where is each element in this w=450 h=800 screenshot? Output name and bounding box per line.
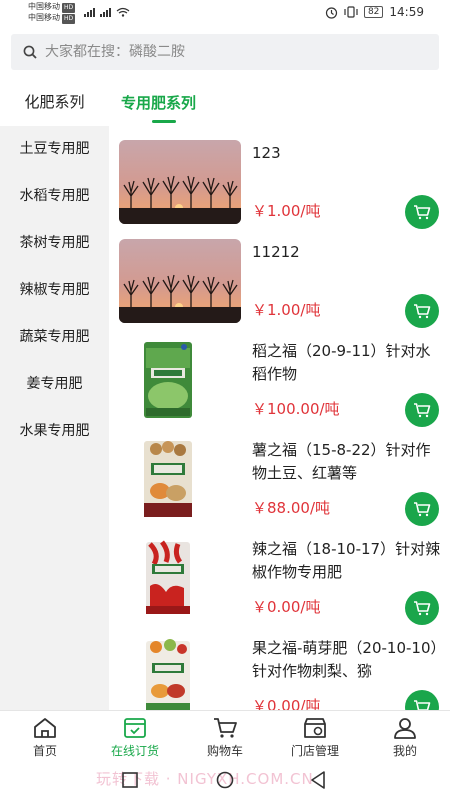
tab-online-order-label: 在线订货 bbox=[110, 744, 159, 758]
product-image-fertilizer-bag-green[interactable] bbox=[140, 338, 196, 422]
status-right: 82 14:59 bbox=[325, 5, 424, 19]
product-price: ￥0.00/吨 bbox=[252, 697, 321, 710]
product-item[interactable]: 果之福-萌芽肥（20-10-10）针对作物刺梨、猕 ￥0.00/吨 bbox=[109, 635, 450, 710]
category-sidebar: 化肥系列 土豆专用肥 水稻专用肥 茶树专用肥 辣椒专用肥 蔬菜专用肥 姜专用肥 … bbox=[0, 78, 109, 710]
tab-home[interactable]: 首页 bbox=[0, 711, 90, 760]
sidebar-item-rice[interactable]: 水稻专用肥 bbox=[0, 173, 109, 220]
cart-icon bbox=[414, 601, 431, 616]
sidebar-item-fruit[interactable]: 水果专用肥 bbox=[0, 408, 109, 455]
cart-icon bbox=[414, 700, 431, 710]
product-price: ￥100.00/吨 bbox=[252, 400, 340, 418]
product-name: 果之福-萌芽肥（20-10-10）针对作物刺梨、猕 bbox=[252, 639, 438, 680]
cart-icon bbox=[414, 403, 431, 418]
search-bar[interactable] bbox=[11, 34, 439, 70]
tab-home-label: 首页 bbox=[32, 744, 57, 758]
product-item[interactable]: 辣之福（18-10-17）针对辣椒作物专用肥 ￥0.00/吨 bbox=[109, 536, 450, 635]
signal-icon bbox=[84, 6, 130, 21]
sidebar-item-vegetable[interactable]: 蔬菜专用肥 bbox=[0, 314, 109, 361]
product-item[interactable]: 11212 ￥1.00/吨 bbox=[109, 239, 450, 338]
user-icon bbox=[394, 718, 416, 739]
cart-icon bbox=[214, 718, 237, 738]
home-nav-icon[interactable] bbox=[216, 771, 234, 789]
sidebar-header-fertilizer-series[interactable]: 化肥系列 bbox=[0, 78, 109, 126]
product-item[interactable]: 稻之福（20-9-11）针对水稻作物 ￥100.00/吨 bbox=[109, 338, 450, 437]
carrier-1: 中国移动 bbox=[28, 2, 60, 11]
product-panel: 专用肥系列 123 ￥1.00/吨 11212 ￥1.00/吨 稻之福（20-9… bbox=[109, 78, 450, 710]
cart-icon bbox=[414, 304, 431, 319]
product-price: ￥88.00/吨 bbox=[252, 499, 330, 517]
cart-icon bbox=[414, 205, 431, 220]
tab-store-management[interactable]: 门店管理 bbox=[270, 711, 360, 760]
tab-cart[interactable]: 购物车 bbox=[180, 711, 270, 760]
tab-online-order[interactable]: 在线订货 bbox=[90, 711, 180, 760]
vibrate-icon bbox=[344, 6, 358, 18]
status-bar: 中国移动 HD 中国移动 HD 82 14:59 bbox=[0, 0, 450, 26]
tab-mine[interactable]: 我的 bbox=[360, 711, 450, 760]
order-icon bbox=[124, 718, 146, 738]
product-item[interactable]: 薯之福（15-8-22）针对作物土豆、红薯等 ￥88.00/吨 bbox=[109, 437, 450, 536]
tab-special-fertilizer[interactable]: 专用肥系列 bbox=[121, 92, 196, 113]
product-name: 稻之福（20-9-11）针对水稻作物 bbox=[252, 342, 431, 383]
add-to-cart-button[interactable] bbox=[405, 195, 439, 229]
product-item[interactable]: 123 ￥1.00/吨 bbox=[109, 140, 450, 239]
sidebar-item-pepper[interactable]: 辣椒专用肥 bbox=[0, 267, 109, 314]
product-image-sunset-trees[interactable] bbox=[119, 239, 241, 323]
carrier-2: 中国移动 bbox=[28, 13, 60, 22]
add-to-cart-button[interactable] bbox=[405, 591, 439, 625]
add-to-cart-button[interactable] bbox=[405, 690, 439, 710]
clock: 14:59 bbox=[389, 5, 424, 19]
product-name: 薯之福（15-8-22）针对作物土豆、红薯等 bbox=[252, 441, 431, 482]
add-to-cart-button[interactable] bbox=[405, 492, 439, 526]
search-input[interactable] bbox=[45, 44, 415, 60]
tab-indicator bbox=[152, 120, 176, 123]
product-image-fertilizer-bag-brown[interactable] bbox=[140, 437, 196, 521]
product-name: 辣之福（18-10-17）针对辣椒作物专用肥 bbox=[252, 540, 441, 581]
product-name: 123 bbox=[252, 144, 281, 162]
product-name: 11212 bbox=[252, 243, 300, 261]
recent-apps-icon[interactable] bbox=[122, 772, 138, 788]
carrier-info: 中国移动 HD 中国移动 HD bbox=[28, 2, 76, 24]
tab-store-management-label: 门店管理 bbox=[290, 744, 339, 758]
product-image-fertilizer-bag-orange[interactable] bbox=[140, 635, 196, 710]
cart-icon bbox=[414, 502, 431, 517]
tab-mine-label: 我的 bbox=[392, 744, 417, 758]
sidebar-item-potato[interactable]: 土豆专用肥 bbox=[0, 126, 109, 173]
product-price: ￥0.00/吨 bbox=[252, 598, 321, 616]
bottom-tab-bar: 首页 在线订货 购物车 门店管理 我的 bbox=[0, 710, 450, 760]
sidebar-item-tea[interactable]: 茶树专用肥 bbox=[0, 220, 109, 267]
add-to-cart-button[interactable] bbox=[405, 294, 439, 328]
product-image-fertilizer-bag-red[interactable] bbox=[140, 536, 196, 620]
product-image-sunset-trees[interactable] bbox=[119, 140, 241, 224]
battery-icon: 82 bbox=[363, 6, 384, 18]
add-to-cart-button[interactable] bbox=[405, 393, 439, 427]
tab-cart-label: 购物车 bbox=[206, 744, 243, 758]
back-icon[interactable] bbox=[310, 771, 326, 789]
search-icon bbox=[23, 45, 37, 59]
sidebar-item-ginger[interactable]: 姜专用肥 bbox=[0, 361, 109, 408]
system-nav-bar: 玩转下载 · NIGYXH.COM.CN bbox=[0, 760, 450, 800]
alarm-icon bbox=[325, 6, 338, 19]
product-price: ￥1.00/吨 bbox=[252, 202, 321, 220]
store-icon bbox=[304, 718, 326, 738]
home-icon bbox=[34, 718, 56, 738]
product-price: ￥1.00/吨 bbox=[252, 301, 321, 319]
